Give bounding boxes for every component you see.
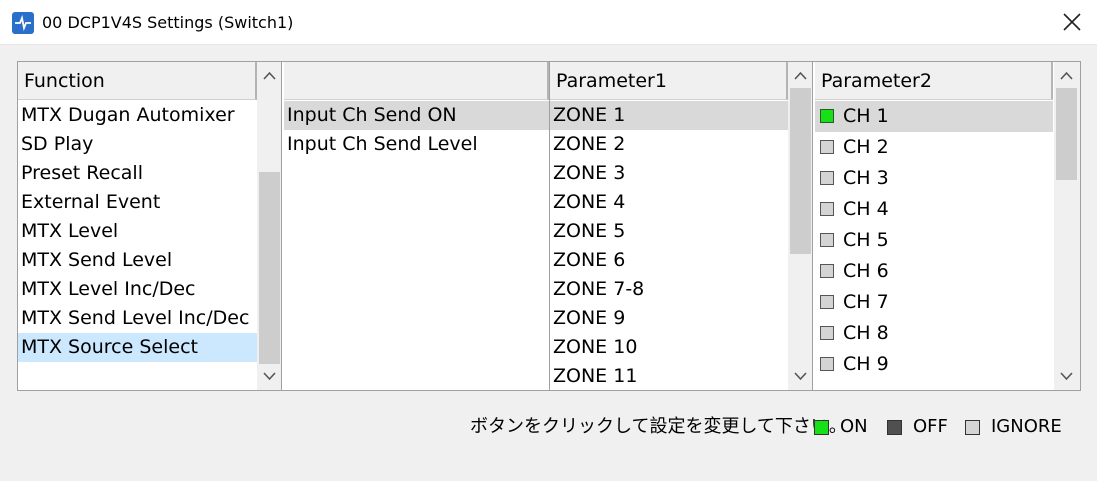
legend-ignore-label: IGNORE — [991, 416, 1062, 437]
parameter1-list-item[interactable]: ZONE 6 — [550, 246, 788, 275]
channel-state-toggle[interactable] — [820, 326, 834, 340]
function-list[interactable]: Function MTX Dugan Automixer SD Play Prese… — [18, 62, 257, 390]
function-list-body: MTX Dugan Automixer SD Play Preset Recall E… — [18, 101, 257, 362]
parameter2-scroll-down[interactable] — [1054, 364, 1079, 388]
chevron-down-icon — [1060, 372, 1073, 381]
function-list-item[interactable]: MTX Send Level Inc/Dec — [18, 304, 257, 333]
parameter2-list-item[interactable]: CH 5 — [815, 225, 1053, 256]
parameter1-list-item[interactable]: ZONE 3 — [550, 159, 788, 188]
function-list-item[interactable]: MTX Source Select — [18, 333, 257, 362]
parameter1-list[interactable]: Parameter1 ZONE 1 ZONE 2 ZONE 3 ZONE 4 ZONE … — [549, 62, 788, 390]
channel-label: CH 9 — [843, 353, 889, 375]
chevron-up-icon — [263, 71, 276, 80]
function-list-item[interactable]: MTX Level Inc/Dec — [18, 275, 257, 304]
function-list-item[interactable]: External Event — [18, 188, 257, 217]
chevron-up-icon — [794, 71, 807, 80]
channel-label: CH 1 — [843, 105, 889, 127]
sub-function-header[interactable] — [284, 62, 549, 100]
chevron-down-icon — [794, 372, 807, 381]
function-list-item[interactable]: MTX Send Level — [18, 246, 257, 275]
parameter2-scroll-up[interactable] — [1054, 64, 1079, 88]
sub-function-list-item[interactable]: Input Ch Send Level — [284, 130, 549, 159]
parameter1-list-item[interactable]: ZONE 1 — [550, 101, 788, 130]
channel-label: CH 4 — [843, 198, 889, 220]
legend-off-swatch — [887, 420, 902, 435]
parameter1-scroll-thumb[interactable] — [790, 88, 811, 254]
parameter1-scroll-up[interactable] — [788, 64, 813, 88]
parameter2-list-item[interactable]: CH 1 — [815, 101, 1053, 132]
parameter2-list-item[interactable]: CH 6 — [815, 256, 1053, 287]
parameter2-list-item[interactable]: CH 2 — [815, 132, 1053, 163]
channel-label: CH 3 — [843, 167, 889, 189]
parameter2-list-item[interactable]: CH 4 — [815, 194, 1053, 225]
channel-label: CH 2 — [843, 136, 889, 158]
settings-panel: Function MTX Dugan Automixer SD Play Prese… — [17, 61, 1081, 391]
channel-state-toggle[interactable] — [820, 264, 834, 278]
title-bar: 00 DCP1V4S Settings (Switch1) — [0, 0, 1097, 45]
channel-state-toggle[interactable] — [820, 109, 834, 123]
function-list-item[interactable]: MTX Dugan Automixer — [18, 101, 257, 130]
function-list-item[interactable]: SD Play — [18, 130, 257, 159]
parameter2-list-body: CH 1 CH 2 CH 3 CH 4 CH 5 CH 6 CH 7 CH 8 CH 9 — [815, 101, 1053, 380]
function-scroll-thumb[interactable] — [259, 172, 280, 364]
sub-function-list-item[interactable]: Input Ch Send ON — [284, 101, 549, 130]
legend-ignore-swatch — [965, 420, 980, 435]
channel-state-toggle[interactable] — [820, 295, 834, 309]
parameter2-scrollbar[interactable] — [1054, 62, 1080, 390]
parameter2-list-item[interactable]: CH 9 — [815, 349, 1053, 380]
close-icon — [1063, 13, 1081, 31]
parameter1-scroll-down[interactable] — [788, 364, 813, 388]
parameter2-list-item[interactable]: CH 8 — [815, 318, 1053, 349]
sub-function-list-body: Input Ch Send ON Input Ch Send Level — [284, 101, 549, 159]
parameter2-header[interactable]: Parameter2 — [815, 62, 1053, 100]
function-header[interactable]: Function — [18, 62, 257, 100]
function-list-item[interactable]: MTX Level — [18, 217, 257, 246]
close-button[interactable] — [1047, 0, 1097, 45]
parameter1-list-item[interactable]: ZONE 11 — [550, 362, 788, 390]
channel-label: CH 8 — [843, 322, 889, 344]
sub-function-list[interactable]: Input Ch Send ON Input Ch Send Level — [284, 62, 549, 390]
channel-state-toggle[interactable] — [820, 233, 834, 247]
app-icon — [12, 12, 34, 34]
parameter1-list-item[interactable]: ZONE 2 — [550, 130, 788, 159]
parameter1-list-item[interactable]: ZONE 10 — [550, 333, 788, 362]
parameter1-list-body: ZONE 1 ZONE 2 ZONE 3 ZONE 4 ZONE 5 ZONE 6 ZONE… — [550, 101, 788, 390]
chevron-down-icon — [263, 372, 276, 381]
channel-label: CH 7 — [843, 291, 889, 313]
parameter2-list-item[interactable]: CH 7 — [815, 287, 1053, 318]
channel-label: CH 5 — [843, 229, 889, 251]
parameter1-scrollbar[interactable] — [788, 62, 813, 390]
chevron-up-icon — [1060, 71, 1073, 80]
instruction-text: ボタンをクリックして設定を変更して下さい。 — [470, 416, 847, 437]
parameter1-list-item[interactable]: ZONE 4 — [550, 188, 788, 217]
channel-label: CH 6 — [843, 260, 889, 282]
legend-on-swatch — [814, 420, 829, 435]
function-scroll-up[interactable] — [257, 64, 282, 88]
channel-state-toggle[interactable] — [820, 357, 834, 371]
parameter1-list-item[interactable]: ZONE 7-8 — [550, 275, 788, 304]
legend-off-label: OFF — [913, 416, 948, 437]
parameter2-scroll-thumb[interactable] — [1056, 88, 1077, 180]
function-list-item[interactable]: Preset Recall — [18, 159, 257, 188]
parameter2-list-item[interactable]: CH 3 — [815, 163, 1053, 194]
function-scroll-down[interactable] — [257, 364, 282, 388]
function-scrollbar[interactable] — [257, 62, 282, 390]
channel-state-toggle[interactable] — [820, 171, 834, 185]
channel-state-toggle[interactable] — [820, 140, 834, 154]
parameter1-header[interactable]: Parameter1 — [550, 62, 788, 100]
legend-on-label: ON — [840, 416, 868, 437]
window-title: 00 DCP1V4S Settings (Switch1) — [42, 13, 294, 32]
parameter1-list-item[interactable]: ZONE 5 — [550, 217, 788, 246]
parameter1-list-item[interactable]: ZONE 9 — [550, 304, 788, 333]
parameter2-list[interactable]: Parameter2 CH 1 CH 2 CH 3 CH 4 CH 5 CH 6 CH 7C… — [815, 62, 1053, 390]
channel-state-toggle[interactable] — [820, 202, 834, 216]
